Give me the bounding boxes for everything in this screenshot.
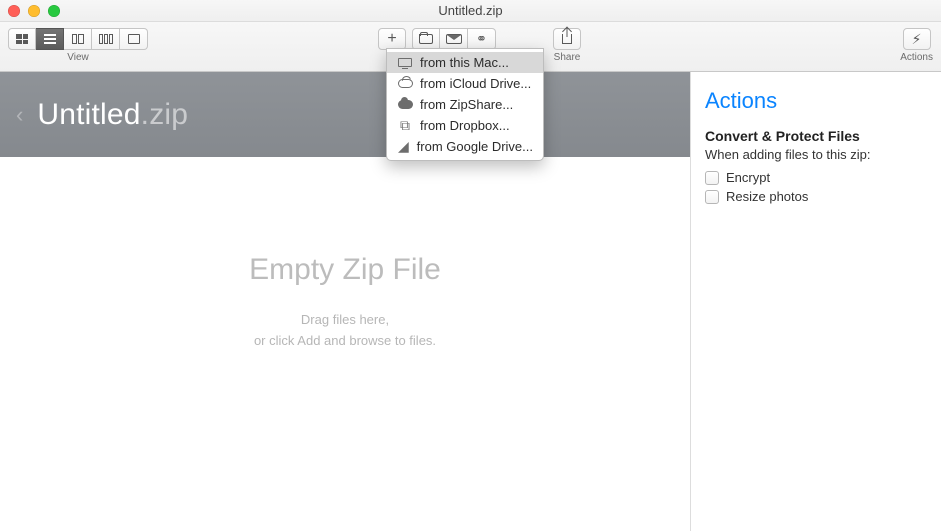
- dropbox-icon: ⧉: [397, 119, 413, 133]
- checkbox-label: Encrypt: [726, 170, 770, 185]
- menu-label: from ZipShare...: [420, 97, 513, 112]
- empty-heading: Empty Zip File: [249, 253, 441, 287]
- actions-button[interactable]: ⚡︎: [903, 28, 931, 50]
- cloud-fill-icon: [397, 98, 413, 112]
- share-button[interactable]: [553, 28, 581, 50]
- share-group: Share: [553, 28, 581, 63]
- menu-label: from Dropbox...: [420, 118, 510, 133]
- view-columns-button[interactable]: [64, 28, 92, 50]
- empty-line-1: Drag files here,: [301, 312, 389, 327]
- share-label: Share: [554, 52, 581, 63]
- title-bar: Untitled.zip: [0, 0, 941, 22]
- convert-protect-heading: Convert & Protect Files: [705, 128, 927, 144]
- add-group: + ⚭: [378, 28, 496, 50]
- actions-pane: Actions Convert & Protect Files When add…: [691, 72, 941, 531]
- plus-icon: +: [387, 31, 396, 47]
- back-chevron-icon[interactable]: ‹: [16, 102, 23, 128]
- mail-icon: [446, 34, 462, 44]
- menu-label: from iCloud Drive...: [420, 76, 531, 91]
- empty-line-2: or click Add and browse to files.: [254, 333, 436, 348]
- add-from-mac-item[interactable]: from this Mac...: [387, 52, 543, 73]
- content-pane: ‹ Untitled.zip Empty Zip File Drag files…: [0, 72, 691, 531]
- menu-label: from Google Drive...: [417, 139, 533, 154]
- cloud-outline-icon: [397, 77, 413, 91]
- view-list-button[interactable]: [36, 28, 64, 50]
- monitor-icon: [397, 56, 413, 70]
- checkbox-label: Resize photos: [726, 189, 808, 204]
- encrypt-option[interactable]: Encrypt: [705, 170, 927, 185]
- view-icons-button[interactable]: [8, 28, 36, 50]
- coverflow-icon: [99, 34, 113, 44]
- google-drive-icon: ◢: [397, 140, 410, 154]
- add-from-zipshare-item[interactable]: from ZipShare...: [387, 94, 543, 115]
- window-title: Untitled.zip: [0, 3, 941, 18]
- link-icon: ⚭: [476, 31, 487, 47]
- bolt-icon: ⚡︎: [912, 31, 922, 48]
- actions-pane-title: Actions: [705, 88, 927, 114]
- resize-photos-option[interactable]: Resize photos: [705, 189, 927, 204]
- grid-icon: [16, 34, 28, 44]
- add-from-google-drive-item[interactable]: ◢ from Google Drive...: [387, 136, 543, 157]
- actions-label: Actions: [900, 52, 933, 63]
- link-button[interactable]: ⚭: [468, 28, 496, 50]
- view-outline-button[interactable]: [120, 28, 148, 50]
- add-button[interactable]: +: [378, 28, 406, 50]
- list-icon: [44, 34, 56, 44]
- mail-button[interactable]: [440, 28, 468, 50]
- move-button[interactable]: [412, 28, 440, 50]
- outline-icon: [128, 34, 140, 44]
- add-from-dropbox-item[interactable]: ⧉ from Dropbox...: [387, 115, 543, 136]
- view-coverflow-button[interactable]: [92, 28, 120, 50]
- archive-title: Untitled.zip: [37, 98, 188, 132]
- archive-name: Untitled: [37, 98, 140, 131]
- add-from-icloud-item[interactable]: from iCloud Drive...: [387, 73, 543, 94]
- share-icon: [562, 34, 572, 44]
- actions-group: ⚡︎ Actions: [900, 28, 933, 63]
- checkbox-icon: [705, 190, 719, 204]
- drop-area[interactable]: Empty Zip File Drag files here, or click…: [0, 157, 690, 531]
- archive-ext: .zip: [141, 98, 189, 131]
- add-dropdown: from this Mac... from iCloud Drive... fr…: [386, 48, 544, 161]
- menu-label: from this Mac...: [420, 55, 509, 70]
- view-label: View: [67, 52, 89, 63]
- columns-icon: [72, 34, 84, 44]
- convert-protect-sub: When adding files to this zip:: [705, 147, 927, 162]
- breadcrumb: ‹ Untitled.zip: [0, 72, 690, 157]
- folder-icon: [419, 34, 433, 44]
- view-group: View: [8, 28, 148, 63]
- checkbox-icon: [705, 171, 719, 185]
